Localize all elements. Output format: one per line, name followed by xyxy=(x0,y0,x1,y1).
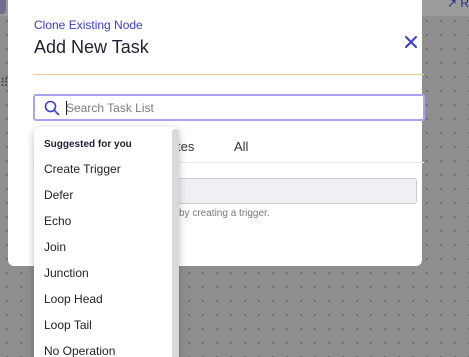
dropdown-scrollbar[interactable] xyxy=(172,129,179,357)
dropdown-item-junction[interactable]: Junction xyxy=(44,266,89,280)
dropdown-header: Suggested for you xyxy=(44,139,132,150)
header-divider xyxy=(33,74,424,75)
drag-handle-icon[interactable]: ⠿ xyxy=(0,76,9,90)
dropdown-item-defer[interactable]: Defer xyxy=(44,188,73,202)
search-input[interactable] xyxy=(66,98,416,118)
close-button[interactable] xyxy=(402,33,420,51)
canvas-corner-marker xyxy=(0,0,6,14)
dropdown-item-loop-head[interactable]: Loop Head xyxy=(44,292,103,306)
modal-title: Add New Task xyxy=(34,37,149,57)
dropdown-item-loop-tail[interactable]: Loop Tail xyxy=(44,318,92,332)
dropdown-item-no-operation[interactable]: No Operation xyxy=(44,344,115,357)
dropdown-item-echo[interactable]: Echo xyxy=(44,214,71,228)
close-icon xyxy=(405,36,417,48)
search-box[interactable] xyxy=(33,94,425,121)
suggestions-dropdown: Suggested for you Create Trigger Defer E… xyxy=(34,127,179,357)
tab-all[interactable]: All xyxy=(234,139,248,154)
dropdown-item-join[interactable]: Join xyxy=(44,240,66,254)
hint-text: by creating a trigger. xyxy=(179,208,270,219)
clone-existing-node-link[interactable]: Clone Existing Node xyxy=(34,18,143,32)
task-input-field[interactable] xyxy=(168,178,417,204)
dropdown-item-create-trigger[interactable]: Create Trigger xyxy=(44,162,121,176)
canvas-corner-link[interactable]: ↗ R xyxy=(443,0,469,12)
search-icon xyxy=(44,100,60,116)
tab-favorites[interactable]: tes xyxy=(177,139,194,154)
text-caret xyxy=(66,101,67,115)
